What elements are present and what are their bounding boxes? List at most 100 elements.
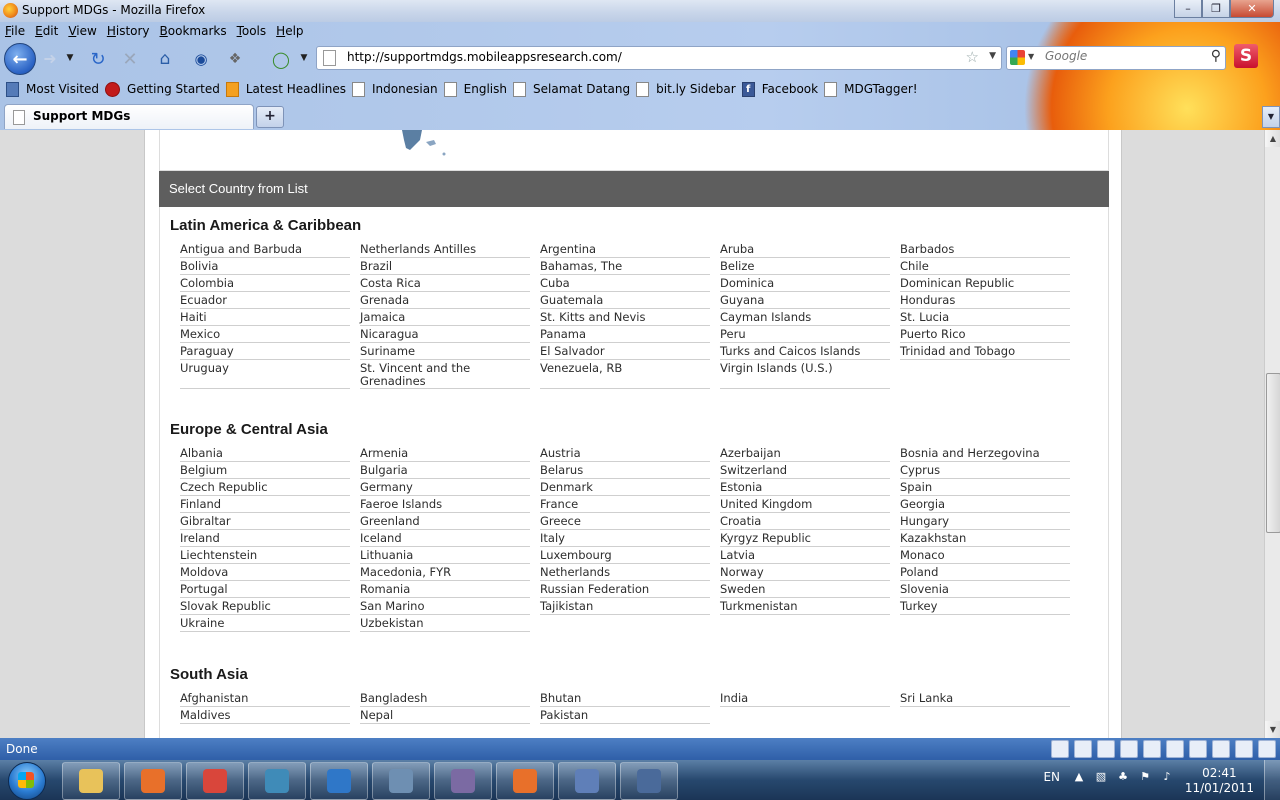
bookmark-star-icon[interactable]: ☆: [966, 48, 979, 66]
google-icon[interactable]: [1010, 50, 1025, 65]
url-text[interactable]: http://supportmdgs.mobileappsresearch.co…: [347, 50, 622, 64]
addon-icon[interactable]: [1258, 740, 1276, 758]
country-link[interactable]: Turkey: [900, 598, 1070, 615]
bookmark-most-visited[interactable]: Most Visited: [6, 81, 99, 97]
country-link[interactable]: Bosnia and Herzegovina: [900, 445, 1070, 462]
country-link[interactable]: Liechtenstein: [180, 547, 350, 564]
chat-bubble-icon[interactable]: ◉: [188, 48, 214, 70]
country-link[interactable]: Guyana: [720, 292, 890, 309]
bookmark-getting-started[interactable]: Getting Started: [105, 81, 220, 97]
country-link[interactable]: Panama: [540, 326, 710, 343]
country-link[interactable]: Poland: [900, 564, 1070, 581]
country-link[interactable]: Guatemala: [540, 292, 710, 309]
country-link[interactable]: Peru: [720, 326, 890, 343]
country-link[interactable]: Moldova: [180, 564, 350, 581]
bookmark-selamat-datang[interactable]: Selamat Datang: [513, 81, 630, 97]
country-link[interactable]: Greece: [540, 513, 710, 530]
flag-icon[interactable]: ⚑: [1138, 770, 1152, 784]
country-link[interactable]: Grenada: [360, 292, 530, 309]
country-link[interactable]: Suriname: [360, 343, 530, 360]
country-link[interactable]: Kyrgyz Republic: [720, 530, 890, 547]
country-link[interactable]: St. Vincent and the Grenadines: [360, 360, 530, 389]
forward-button[interactable]: ➜: [36, 48, 64, 68]
country-link[interactable]: Colombia: [180, 275, 350, 292]
country-link[interactable]: France: [540, 496, 710, 513]
country-link[interactable]: Italy: [540, 530, 710, 547]
country-link[interactable]: Cayman Islands: [720, 309, 890, 326]
scrollbar-thumb[interactable]: [1266, 373, 1280, 533]
country-link[interactable]: Jamaica: [360, 309, 530, 326]
address-bar[interactable]: http://supportmdgs.mobileappsresearch.co…: [316, 46, 1002, 70]
home-icon[interactable]: ⌂: [152, 48, 178, 70]
tab-support-mdgs[interactable]: Support MDGs: [4, 104, 254, 129]
country-link[interactable]: Brazil: [360, 258, 530, 275]
addon-icon[interactable]: [1051, 740, 1069, 758]
country-link[interactable]: Venezuela, RB: [540, 360, 710, 389]
addon-icon[interactable]: [1235, 740, 1253, 758]
country-link[interactable]: Netherlands Antilles: [360, 241, 530, 258]
menu-edit[interactable]: Edit: [30, 22, 63, 42]
country-link[interactable]: Albania: [180, 445, 350, 462]
country-link[interactable]: Croatia: [720, 513, 890, 530]
taskbar-internet-explorer[interactable]: [310, 762, 368, 800]
addon-icon[interactable]: [1143, 740, 1161, 758]
s-addon-icon[interactable]: S: [1234, 44, 1258, 68]
taskbar-firefox-2[interactable]: [496, 762, 554, 800]
country-link[interactable]: Sweden: [720, 581, 890, 598]
menu-history[interactable]: History: [102, 22, 155, 42]
vertical-scrollbar[interactable]: ▲ ▼: [1264, 130, 1280, 738]
bookmark-indonesian[interactable]: Indonesian: [352, 81, 438, 97]
country-link[interactable]: Azerbaijan: [720, 445, 890, 462]
minimize-button[interactable]: –: [1174, 0, 1202, 18]
country-link[interactable]: Bhutan: [540, 690, 710, 707]
close-button[interactable]: ✕: [1230, 0, 1274, 18]
country-link[interactable]: Belize: [720, 258, 890, 275]
scroll-up-icon[interactable]: ▲: [1265, 130, 1280, 147]
country-link[interactable]: Antigua and Barbuda: [180, 241, 350, 258]
country-link[interactable]: India: [720, 690, 890, 707]
country-link[interactable]: Hungary: [900, 513, 1070, 530]
country-link[interactable]: Argentina: [540, 241, 710, 258]
country-link[interactable]: Lithuania: [360, 547, 530, 564]
country-link[interactable]: Mexico: [180, 326, 350, 343]
country-link[interactable]: Turkmenistan: [720, 598, 890, 615]
country-link[interactable]: Maldives: [180, 707, 350, 724]
country-link[interactable]: Haiti: [180, 309, 350, 326]
country-link[interactable]: Gibraltar: [180, 513, 350, 530]
country-link[interactable]: Trinidad and Tobago: [900, 343, 1070, 360]
country-link[interactable]: Georgia: [900, 496, 1070, 513]
country-link[interactable]: Germany: [360, 479, 530, 496]
country-link[interactable]: Romania: [360, 581, 530, 598]
country-link[interactable]: Turks and Caicos Islands: [720, 343, 890, 360]
country-link[interactable]: Uzbekistan: [360, 615, 530, 632]
country-link[interactable]: Finland: [180, 496, 350, 513]
addon-icon[interactable]: [1097, 740, 1115, 758]
country-link[interactable]: Ireland: [180, 530, 350, 547]
menu-tools[interactable]: Tools: [232, 22, 272, 42]
taskbar-app-3[interactable]: [248, 762, 306, 800]
maximize-button[interactable]: ❐: [1202, 0, 1230, 18]
new-tab-button[interactable]: +: [256, 106, 284, 128]
country-link[interactable]: Virgin Islands (U.S.): [720, 360, 890, 389]
puzzle-icon[interactable]: ❖: [222, 48, 248, 70]
addon-icon[interactable]: [1212, 740, 1230, 758]
country-link[interactable]: United Kingdom: [720, 496, 890, 513]
taskbar-app-9[interactable]: [620, 762, 678, 800]
country-link[interactable]: Honduras: [900, 292, 1070, 309]
country-link[interactable]: Bolivia: [180, 258, 350, 275]
country-link[interactable]: Dominican Republic: [900, 275, 1070, 292]
addon-icon[interactable]: [1120, 740, 1138, 758]
taskbar-chrome[interactable]: [186, 762, 244, 800]
country-link[interactable]: Bulgaria: [360, 462, 530, 479]
chevron-down-icon[interactable]: ▼: [298, 50, 310, 66]
menu-file[interactable]: File: [0, 22, 30, 42]
country-link[interactable]: Czech Republic: [180, 479, 350, 496]
url-dropdown-icon[interactable]: ▼: [989, 51, 996, 61]
country-link[interactable]: Spain: [900, 479, 1070, 496]
country-link[interactable]: Greenland: [360, 513, 530, 530]
start-button[interactable]: [2, 760, 50, 800]
addon-icon[interactable]: [1166, 740, 1184, 758]
taskbar-mysql-workbench[interactable]: [372, 762, 430, 800]
taskbar-file-explorer[interactable]: [62, 762, 120, 800]
country-link[interactable]: Bahamas, The: [540, 258, 710, 275]
